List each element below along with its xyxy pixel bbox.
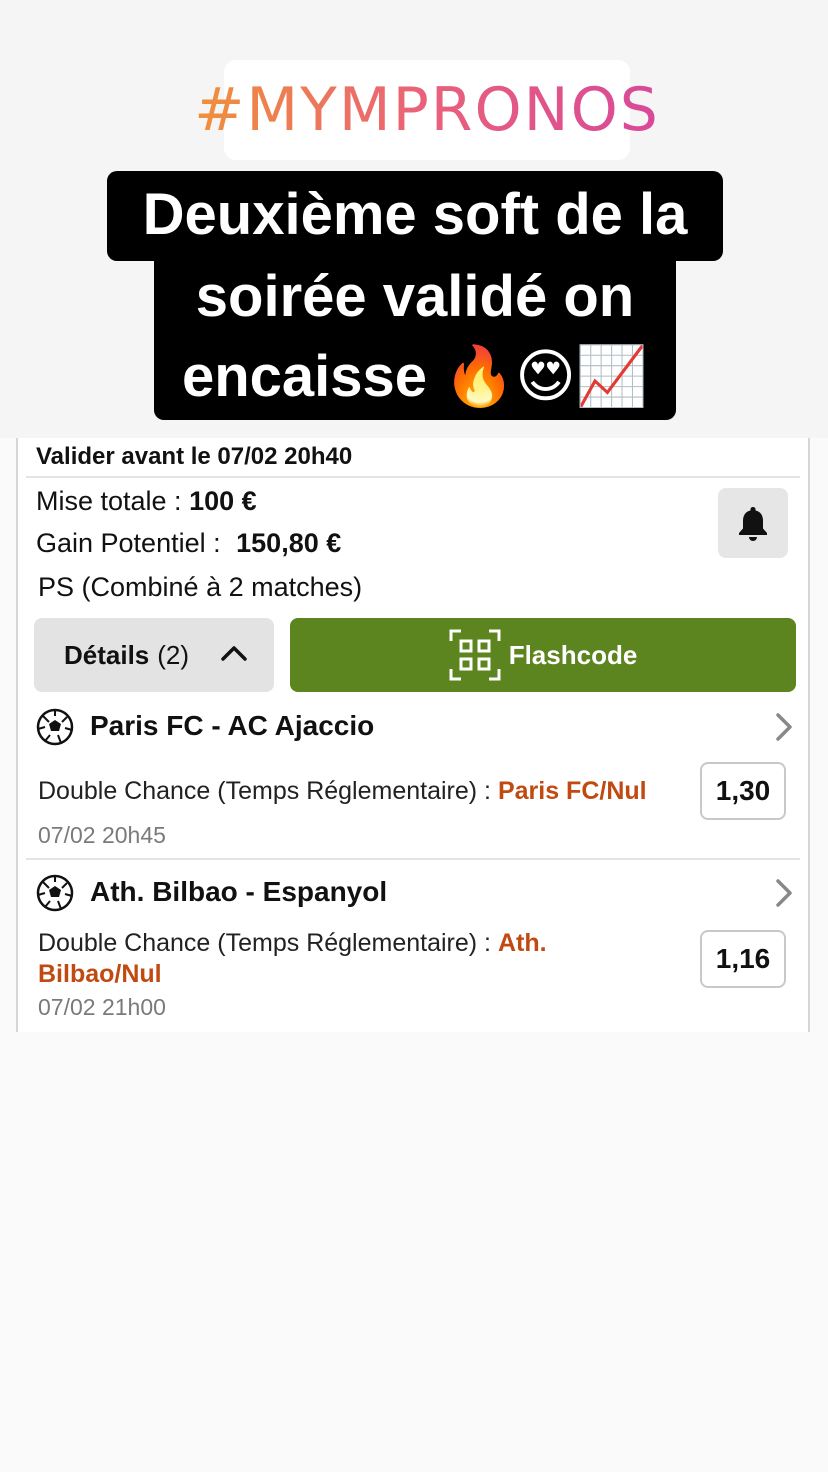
hashtag-sticker[interactable]: #MYMPRONOS — [194, 60, 658, 160]
divider — [26, 476, 800, 478]
bet-slip-card: Valider avant le 07/02 20h40 Mise totale… — [16, 438, 810, 1032]
details-label: Détails — [64, 639, 150, 670]
match-title: Ath. Bilbao - Espanyol — [90, 876, 388, 907]
match-item[interactable]: Paris FC - AC Ajaccio Double Chance (Tem… — [18, 704, 808, 860]
bet-description: Double Chance (Temps Réglementaire) : At… — [38, 928, 598, 990]
valid-before-text: Valider avant le 07/02 20h40 — [36, 443, 353, 470]
potential-gain-label: Gain Potentiel : — [36, 528, 221, 558]
potential-gain-value: 150,80 € — [236, 528, 342, 558]
bet-market: Double Chance (Temps Réglementaire) : — [38, 929, 491, 957]
odd-box: 1,30 — [700, 762, 786, 820]
bet-type: PS (Combiné à 2 matches) — [38, 572, 363, 602]
bet-selection: Paris FC/Nul — [497, 777, 647, 805]
soccer-ball-icon — [36, 708, 74, 746]
chevron-right-icon[interactable] — [774, 878, 794, 908]
soccer-ball-icon — [36, 874, 74, 912]
caption-line-3: encaisse 🔥😍📈 — [154, 335, 676, 420]
match-item[interactable]: Ath. Bilbao - Espanyol Double Chance (Te… — [18, 872, 808, 1032]
chevron-up-icon — [221, 646, 247, 661]
flashcode-button[interactable]: Flashcode — [290, 618, 796, 692]
chevron-right-icon[interactable] — [774, 712, 794, 742]
total-stake-label: Mise totale : — [36, 486, 182, 516]
caption-line-1: Deuxième soft de la — [107, 171, 723, 261]
bet-market: Double Chance (Temps Réglementaire) : — [38, 777, 491, 805]
total-stake: Mise totale : 100 € — [36, 486, 257, 517]
match-date: 07/02 21h00 — [38, 994, 166, 1020]
potential-gain: Gain Potentiel : 150,80 € — [36, 528, 341, 559]
flashcode-label: Flashcode — [508, 639, 638, 670]
match-title: Paris FC - AC Ajaccio — [90, 710, 375, 741]
caption-line-2: soirée validé on — [154, 255, 676, 341]
details-toggle-button[interactable]: Détails (2) — [34, 618, 274, 692]
total-stake-value: 100 € — [189, 486, 257, 516]
bet-description: Double Chance (Temps Réglementaire) : Pa… — [38, 776, 647, 807]
odd-box: 1,16 — [700, 930, 786, 988]
details-count: (2) — [157, 639, 190, 670]
story-overlay-area: #MYMPRONOS Deuxième soft de la soirée va… — [0, 0, 828, 438]
hashtag-text: #MYMPRONOS — [194, 75, 660, 145]
qr-code-icon — [449, 629, 501, 681]
match-date: 07/02 20h45 — [38, 822, 166, 848]
bell-icon — [739, 507, 767, 541]
divider — [26, 858, 800, 860]
notification-button[interactable] — [718, 488, 788, 558]
